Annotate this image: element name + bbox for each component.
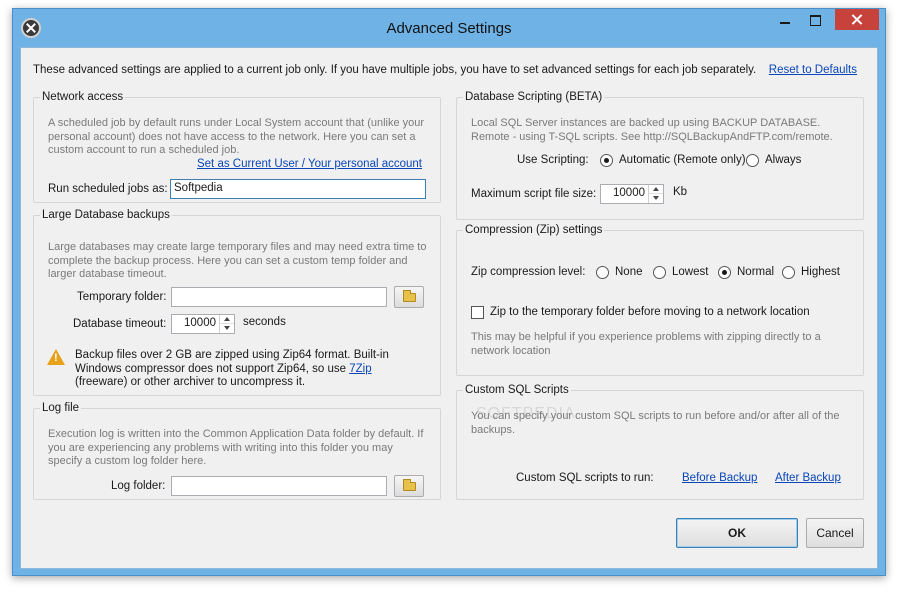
max-script-size-unit: Kb xyxy=(673,186,688,198)
log-folder-input[interactable] xyxy=(171,476,387,496)
run-jobs-as-label: Run scheduled jobs as: xyxy=(48,183,168,195)
zip-none-label: None xyxy=(615,266,643,278)
use-scripting-label: Use Scripting: xyxy=(517,154,589,166)
maximize-button[interactable] xyxy=(801,9,829,31)
minimize-button[interactable] xyxy=(771,9,799,31)
compression-legend: Compression (Zip) settings xyxy=(465,224,603,236)
close-button[interactable] xyxy=(835,9,879,30)
zip-highest-label: Highest xyxy=(801,266,840,278)
window-title: Advanced Settings xyxy=(386,20,512,37)
cancel-button[interactable]: Cancel xyxy=(806,518,864,548)
dialog-client: These advanced settings are applied to a… xyxy=(20,47,878,569)
folder-icon xyxy=(403,290,416,302)
spin-up-icon[interactable] xyxy=(220,315,234,324)
log-file-note: Execution log is written into the Common… xyxy=(48,428,424,467)
scripting-automatic-label: Automatic (Remote only) xyxy=(619,154,746,166)
zip-lowest-label: Lowest xyxy=(672,266,709,278)
log-file-legend: Log file xyxy=(42,402,80,414)
ok-button[interactable]: OK xyxy=(676,518,798,548)
zip64-warning-text-end: (freeware) or other archiver to uncompre… xyxy=(75,376,306,388)
before-backup-link[interactable]: Before Backup xyxy=(682,472,757,484)
max-script-size-arrows xyxy=(648,185,663,203)
7zip-link[interactable]: 7Zip xyxy=(349,363,371,375)
zip64-warning: Backup files over 2 GB are zipped using … xyxy=(75,349,425,390)
temp-folder-label: Temporary folder: xyxy=(77,291,167,303)
zip-temp-folder-checkbox[interactable] xyxy=(471,306,484,319)
compression-group: Compression (Zip) settings Zip compressi… xyxy=(456,224,864,376)
db-timeout-stepper[interactable]: 10000 xyxy=(171,314,235,334)
radio-dot xyxy=(653,266,666,279)
network-access-group: Network access A scheduled job by defaul… xyxy=(33,91,441,203)
radio-dot xyxy=(746,154,759,167)
db-timeout-value: 10000 xyxy=(184,317,216,329)
radio-dot xyxy=(600,154,613,167)
custom-sql-run-label: Custom SQL scripts to run: xyxy=(516,472,654,484)
max-script-size-label: Maximum script file size: xyxy=(471,188,597,200)
db-scripting-group: Database Scripting (BETA) Local SQL Serv… xyxy=(456,91,864,220)
temp-folder-browse-button[interactable] xyxy=(394,286,424,308)
radio-dot xyxy=(782,266,795,279)
log-folder-label: Log folder: xyxy=(111,480,166,492)
spin-down-icon[interactable] xyxy=(649,194,663,203)
temp-folder-input[interactable] xyxy=(171,287,387,307)
network-access-note: A scheduled job by default runs under Lo… xyxy=(48,117,425,156)
db-timeout-unit: seconds xyxy=(243,316,286,328)
radio-dot xyxy=(596,266,609,279)
intro-text: These advanced settings are applied to a… xyxy=(33,64,757,76)
scripting-always-label: Always xyxy=(765,154,802,166)
set-current-user-link[interactable]: Set as Current User / Your personal acco… xyxy=(197,158,422,170)
custom-sql-legend: Custom SQL Scripts xyxy=(465,384,569,396)
db-scripting-legend: Database Scripting (BETA) xyxy=(465,91,603,103)
log-folder-browse-button[interactable] xyxy=(394,475,424,497)
max-script-size-stepper[interactable]: 10000 xyxy=(600,184,664,204)
folder-icon xyxy=(403,479,416,491)
softpedia-watermark: SOFTPEDIA xyxy=(476,405,576,422)
db-scripting-note: Local SQL Server instances are backed up… xyxy=(471,117,833,143)
large-db-note: Large databases may create large tempora… xyxy=(48,241,427,280)
radio-dot xyxy=(718,266,731,279)
custom-sql-group: Custom SQL Scripts You can specify your … xyxy=(456,384,864,500)
zip-temp-folder-label: Zip to the temporary folder before movin… xyxy=(490,306,810,318)
large-db-group: Large Database backups Large databases m… xyxy=(33,209,441,396)
compression-note: This may be helpful if you experience pr… xyxy=(471,331,821,357)
log-file-group: Log file Execution log is written into t… xyxy=(33,402,441,500)
spin-down-icon[interactable] xyxy=(220,324,234,333)
db-timeout-label: Database timeout: xyxy=(73,318,167,330)
max-script-size-value: 10000 xyxy=(613,187,645,199)
warning-icon xyxy=(47,349,65,365)
zip-level-label: Zip compression level: xyxy=(471,266,586,278)
run-jobs-as-input[interactable]: Softpedia xyxy=(170,179,426,199)
network-access-legend: Network access xyxy=(42,91,124,103)
db-timeout-arrows xyxy=(219,315,234,333)
spin-up-icon[interactable] xyxy=(649,185,663,194)
reset-defaults-link[interactable]: Reset to Defaults xyxy=(769,64,857,76)
title-bar[interactable]: Advanced Settings xyxy=(13,9,885,47)
zip-normal-label: Normal xyxy=(737,266,775,278)
large-db-legend: Large Database backups xyxy=(42,209,170,221)
after-backup-link[interactable]: After Backup xyxy=(775,472,841,484)
advanced-settings-window: Advanced Settings These advanced setting… xyxy=(12,8,886,576)
zip64-warning-text: Backup files over 2 GB are zipped using … xyxy=(75,349,389,375)
